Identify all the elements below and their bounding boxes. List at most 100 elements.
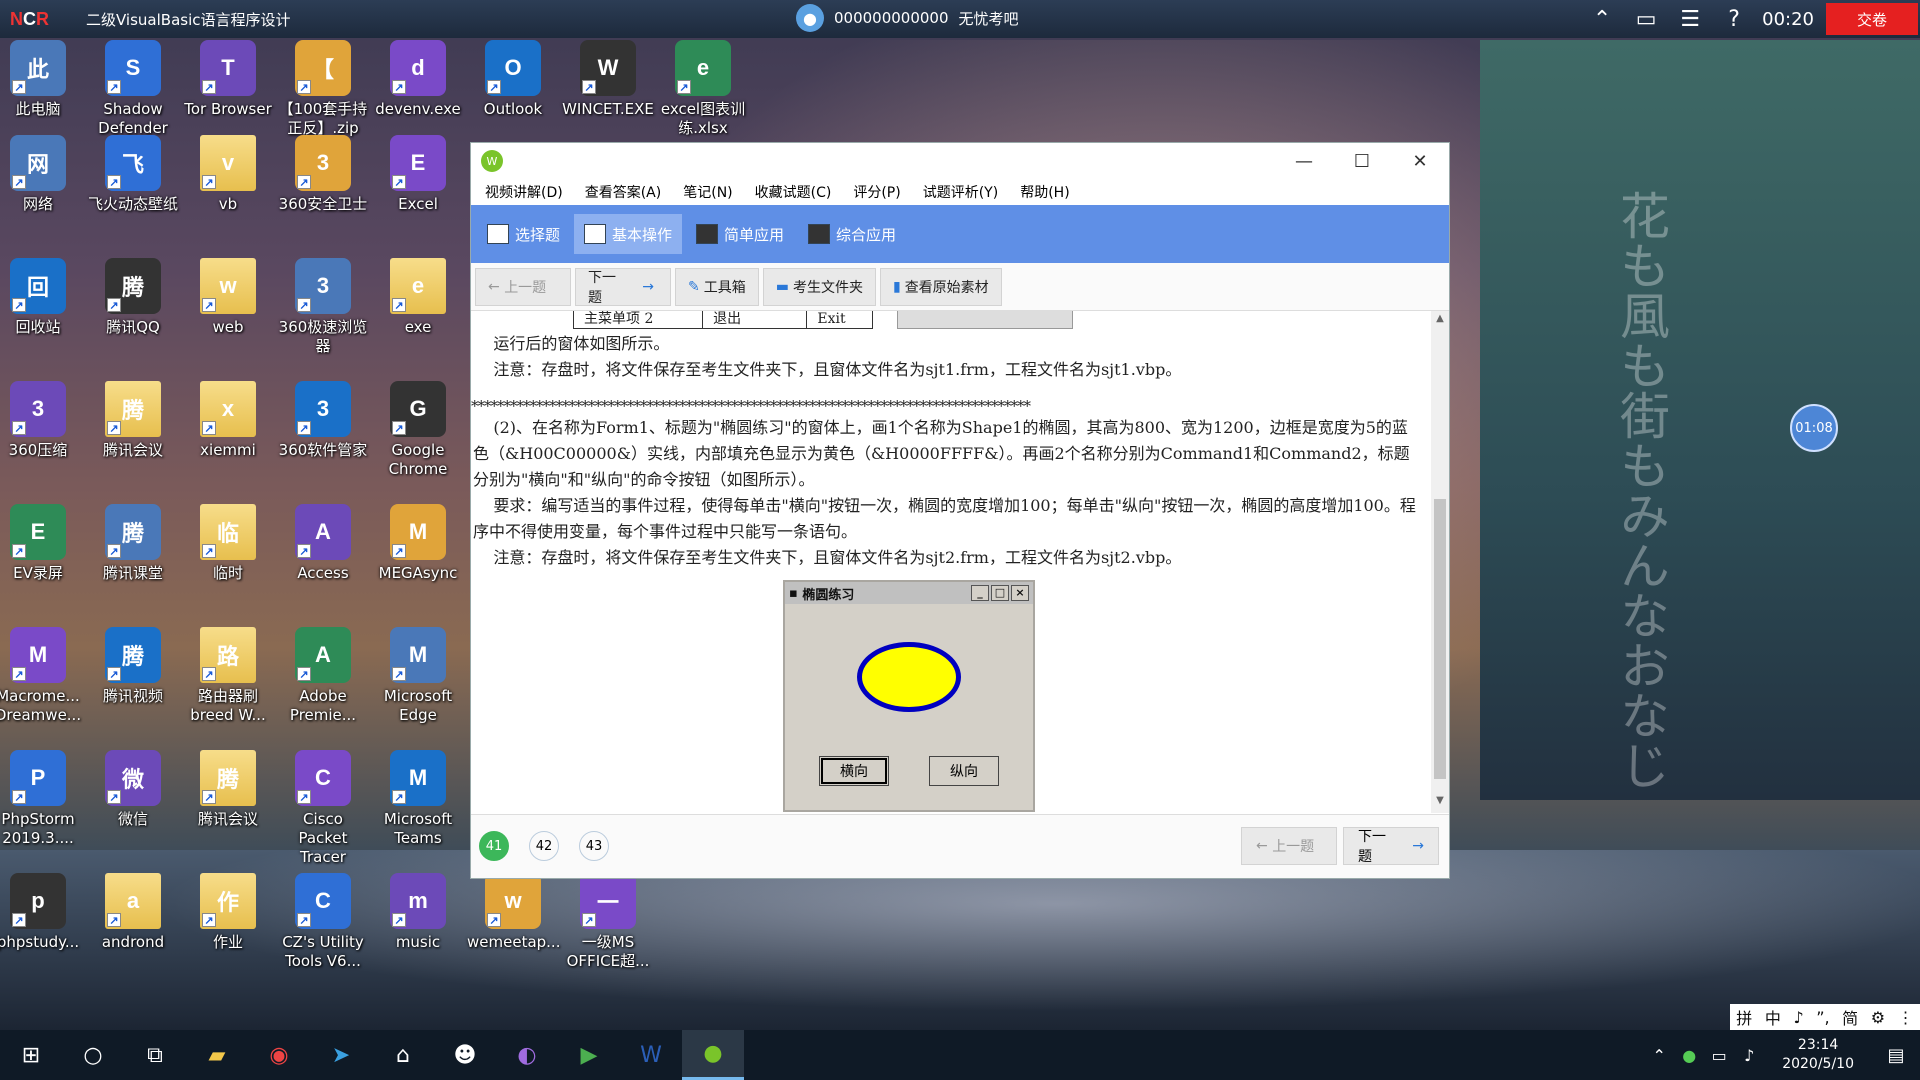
- scroll-down-icon[interactable]: ▼: [1431, 795, 1449, 811]
- tray-chevron-icon[interactable]: ⌃: [1644, 1030, 1674, 1080]
- desktop-icon[interactable]: 腾 ↗ 腾讯QQ: [87, 258, 179, 337]
- desktop-icon[interactable]: 腾 ↗ 腾讯课堂: [87, 504, 179, 583]
- desktop-icon[interactable]: 临 ↗ 临时: [182, 504, 274, 583]
- desktop-icon[interactable]: M ↗ Macrome... Dreamwe...: [0, 627, 84, 725]
- telegram-icon[interactable]: ➤: [310, 1030, 372, 1080]
- desktop-icon[interactable]: A ↗ Access: [277, 504, 369, 583]
- desktop-icon[interactable]: S ↗ Shadow Defender: [87, 40, 179, 138]
- desktop-icon[interactable]: C ↗ Cisco Packet Tracer: [277, 750, 369, 867]
- video-player-icon[interactable]: ▶: [558, 1030, 620, 1080]
- desktop-icon[interactable]: P ↗ PhpStorm 2019.3....: [0, 750, 84, 848]
- tray-security-icon[interactable]: ●: [1674, 1030, 1704, 1080]
- scroll-thumb[interactable]: [1434, 499, 1446, 779]
- toolbox-button[interactable]: ✎ 工具箱: [675, 267, 759, 306]
- desktop-icon[interactable]: E ↗ Excel: [372, 135, 464, 214]
- menu-review[interactable]: 试题评析(Y): [923, 182, 998, 202]
- checklist-icon[interactable]: ☰: [1668, 0, 1712, 38]
- desktop-icon[interactable]: 回 ↗ 回收站: [0, 258, 84, 337]
- desktop-icon[interactable]: w ↗ web: [182, 258, 274, 337]
- folder-button[interactable]: ▬ 考生文件夹: [762, 267, 876, 306]
- desktop-icon[interactable]: 路 ↗ 路由器刷breed W...: [182, 627, 274, 725]
- next-question-button[interactable]: 下一题 →: [575, 267, 671, 306]
- footer-next-button[interactable]: 下一题 →: [1343, 827, 1439, 865]
- desktop-icon[interactable]: C ↗ CZ's Utility Tools V6...: [277, 873, 369, 971]
- file-explorer-icon[interactable]: ▰: [186, 1030, 248, 1080]
- desktop-icon[interactable]: W ↗ WINCET.EXE: [562, 40, 654, 119]
- desktop-icon[interactable]: 飞 ↗ 飞火动态壁纸: [87, 135, 179, 214]
- tab-basic[interactable]: 基本操作: [574, 214, 683, 254]
- scroll-up-icon[interactable]: ▲: [1431, 313, 1449, 329]
- qq-icon[interactable]: ☻: [434, 1030, 496, 1080]
- ime-item[interactable]: 中: [1765, 1005, 1781, 1029]
- maximize-icon[interactable]: ☐: [1333, 143, 1391, 179]
- desktop-icon[interactable]: M ↗ Microsoft Teams: [372, 750, 464, 848]
- menu-answer[interactable]: 查看答案(A): [585, 182, 662, 202]
- desktop-icon[interactable]: G ↗ Google Chrome: [372, 381, 464, 479]
- desktop-icon[interactable]: 一 ↗ 一级MS OFFICE超...: [562, 873, 654, 971]
- desktop-icon[interactable]: 此 ↗ 此电脑: [0, 40, 84, 119]
- menu-help[interactable]: 帮助(H): [1020, 182, 1069, 202]
- collapse-icon[interactable]: ⌃: [1580, 0, 1624, 38]
- menu-favorite[interactable]: 收藏试题(C): [755, 182, 832, 202]
- desktop-icon[interactable]: x ↗ xiemmi: [182, 381, 274, 460]
- desktop-icon[interactable]: 腾 ↗ 腾讯会议: [182, 750, 274, 829]
- desktop-icon[interactable]: T ↗ Tor Browser: [182, 40, 274, 119]
- prev-question-button[interactable]: ← 上一题: [475, 267, 571, 306]
- window-icon[interactable]: ▭: [1624, 0, 1668, 38]
- desktop-icon[interactable]: d ↗ devenv.exe: [372, 40, 464, 119]
- desktop-icon[interactable]: 网 ↗ 网络: [0, 135, 84, 214]
- tab-choice[interactable]: 选择题: [477, 214, 570, 254]
- desktop-icon[interactable]: E ↗ EV录屏: [0, 504, 84, 583]
- desktop-icon[interactable]: 3 ↗ 360极速浏览器: [277, 258, 369, 356]
- menu-video[interactable]: 视频讲解(D): [485, 182, 563, 202]
- chrome-icon[interactable]: ◉: [248, 1030, 310, 1080]
- ime-item[interactable]: 拼: [1736, 1005, 1752, 1029]
- tab-comprehensive[interactable]: 综合应用: [798, 214, 906, 254]
- tab-simple[interactable]: 简单应用: [686, 214, 794, 254]
- desktop-icon[interactable]: a ↗ andrond: [87, 873, 179, 952]
- notification-icon[interactable]: ▤: [1872, 1030, 1920, 1080]
- desktop-icon[interactable]: e ↗ excel图表训练.xlsx: [657, 40, 749, 138]
- network-tool-icon[interactable]: ⌂: [372, 1030, 434, 1080]
- submit-button[interactable]: 交卷: [1826, 3, 1918, 35]
- windows-start-icon[interactable]: ⊞: [0, 1030, 62, 1080]
- tor-icon[interactable]: ◐: [496, 1030, 558, 1080]
- desktop-icon[interactable]: w ↗ wemeetap...: [467, 873, 560, 952]
- question-42[interactable]: 42: [529, 831, 559, 861]
- footer-prev-button[interactable]: ← 上一题: [1241, 827, 1337, 865]
- material-button[interactable]: ▮ 查看原始素材: [879, 267, 1002, 306]
- ime-item[interactable]: ⋮: [1898, 1008, 1914, 1027]
- volume-icon[interactable]: ♪: [1734, 1030, 1764, 1080]
- help-icon[interactable]: ?: [1712, 0, 1756, 38]
- clock[interactable]: 23:14 2020/5/10: [1782, 1036, 1854, 1074]
- question-41[interactable]: 41: [479, 831, 509, 861]
- float-timer[interactable]: 01:08: [1790, 404, 1838, 452]
- desktop-icon[interactable]: 3 ↗ 360压缩: [0, 381, 84, 460]
- desktop-icon[interactable]: 3 ↗ 360软件管家: [277, 381, 369, 460]
- desktop-icon[interactable]: m ↗ music: [372, 873, 464, 952]
- battery-icon[interactable]: ▭: [1704, 1030, 1734, 1080]
- search-icon[interactable]: ○: [62, 1030, 124, 1080]
- desktop-icon[interactable]: 腾 ↗ 腾讯视频: [87, 627, 179, 706]
- desktop-icon[interactable]: O ↗ Outlook: [467, 40, 559, 119]
- menu-score[interactable]: 评分(P): [853, 182, 900, 202]
- minimize-icon[interactable]: —: [1275, 143, 1333, 179]
- desktop-icon[interactable]: M ↗ Microsoft Edge: [372, 627, 464, 725]
- desktop-icon[interactable]: p ↗ phpstudy...: [0, 873, 84, 952]
- ime-item[interactable]: ♪: [1793, 1008, 1803, 1027]
- desktop-icon[interactable]: A ↗ Adobe Premie...: [277, 627, 369, 725]
- content-scrollbar[interactable]: ▲ ▼: [1431, 311, 1449, 813]
- close-icon[interactable]: ✕: [1391, 143, 1449, 179]
- ime-item[interactable]: ”,: [1816, 1008, 1829, 1027]
- menu-notes[interactable]: 笔记(N): [683, 182, 732, 202]
- desktop-icon[interactable]: 微 ↗ 微信: [87, 750, 179, 829]
- ime-item[interactable]: ⚙: [1871, 1008, 1885, 1027]
- desktop-icon[interactable]: v ↗ vb: [182, 135, 274, 214]
- desktop-icon[interactable]: 作 ↗ 作业: [182, 873, 274, 952]
- desktop-icon[interactable]: 【↗ 【100套手持正反】.zip: [277, 40, 369, 138]
- word-icon[interactable]: W: [620, 1030, 682, 1080]
- question-43[interactable]: 43: [579, 831, 609, 861]
- desktop-icon[interactable]: M ↗ MEGAsync: [372, 504, 464, 583]
- desktop-icon[interactable]: 腾 ↗ 腾讯会议: [87, 381, 179, 460]
- task-view-icon[interactable]: ⧉: [124, 1030, 186, 1080]
